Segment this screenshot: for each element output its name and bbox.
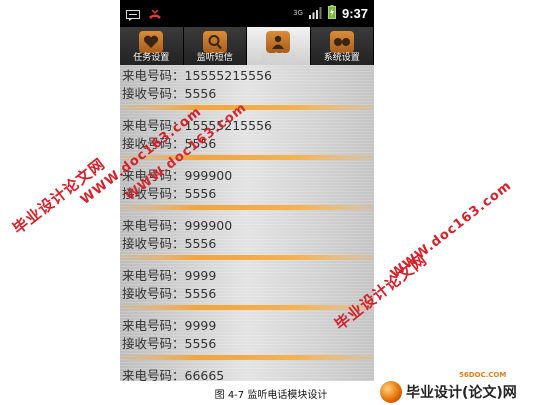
sms-icon [126, 6, 140, 25]
tab-label: 监听电话 [260, 53, 297, 63]
missed-call-icon [148, 6, 162, 25]
receiver-number: 接收号码：5556 [122, 336, 217, 351]
tab-bar: 任务设置 监听短信 监听电话 系统设置 [120, 27, 374, 65]
tab-monitor-sms[interactable]: 监听短信 [183, 27, 247, 65]
receiver-number: 接收号码：5556 [122, 86, 217, 101]
caller-number: 来电号码：66665 [122, 368, 225, 381]
divider [120, 155, 374, 160]
caller-number: 来电号码：999900 [122, 218, 233, 233]
receiver-number: 接收号码：5556 [122, 236, 217, 251]
watermark-url: WWW.doc163.com [388, 178, 515, 282]
3g-icon: 3G [293, 9, 303, 17]
tab-monitor-calls[interactable]: 监听电话 [247, 27, 311, 65]
receiver-number: 接收号码：5556 [122, 286, 217, 301]
divider [120, 355, 374, 360]
tab-label: 任务设置 [133, 53, 170, 63]
list-item[interactable]: 来电号码：15555215556 接收号码：5556 [120, 65, 374, 115]
list-item[interactable]: 来电号码：999900 接收号码：5556 [120, 215, 374, 265]
logo-text: 毕业设计(论文)网 [406, 384, 517, 401]
receiver-number: 接收号码：5556 [122, 186, 217, 201]
divider [120, 205, 374, 210]
caller-number: 来电号码：9999 [122, 268, 217, 283]
site-logo: 毕业设计(论文)网 [380, 378, 542, 405]
status-bar: 3G 9:37 [120, 0, 374, 27]
tab-label: 系统设置 [323, 53, 360, 63]
tab-label: 监听短信 [196, 53, 233, 63]
list-item[interactable]: 来电号码：9999 接收号码：5556 [120, 265, 374, 315]
signal-icon [308, 4, 322, 23]
tab-task-settings[interactable]: 任务设置 [120, 27, 184, 65]
battery-icon [327, 4, 336, 23]
logo-ball-icon [380, 380, 402, 403]
list-item[interactable]: 来电号码：66665 [120, 365, 374, 381]
caller-number: 来电号码：15555215556 [122, 68, 272, 83]
clock: 9:37 [341, 6, 368, 21]
tab-system-settings[interactable]: 系统设置 [310, 27, 374, 65]
divider [120, 305, 374, 310]
divider [120, 255, 374, 260]
